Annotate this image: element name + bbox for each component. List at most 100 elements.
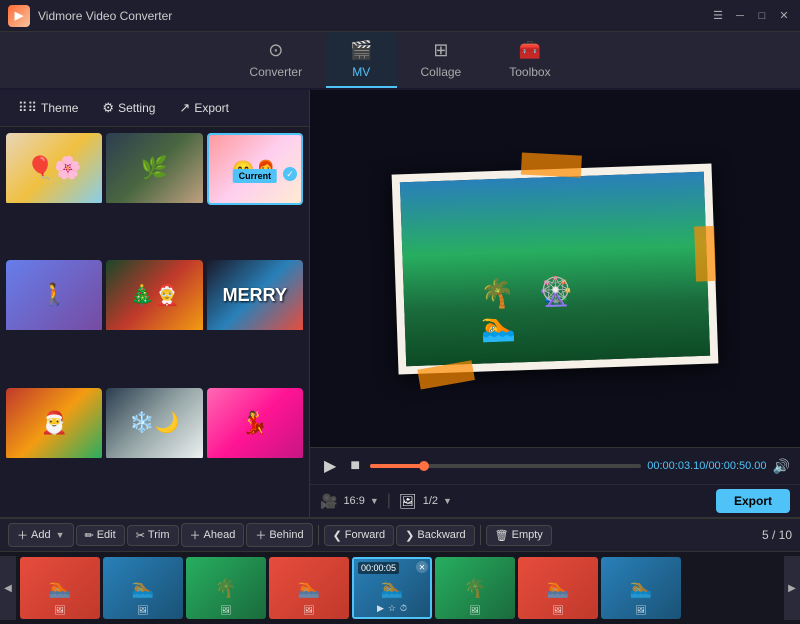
close-button[interactable]: ✕ (776, 8, 792, 24)
timeline-prev[interactable]: ◀ (0, 556, 16, 620)
tape-top (521, 152, 582, 177)
theme-item-santa[interactable]: 🎅 Santa Claus (6, 388, 102, 460)
clip-close-5[interactable]: ✕ (416, 561, 428, 573)
preview-scene (400, 171, 710, 365)
edit-button[interactable]: ✏ Edit (76, 525, 125, 546)
theme-item-stripes[interactable]: 💃 Stripes & Waves (207, 388, 303, 460)
theme-item-merry[interactable]: MERRY Merry Christmas (207, 260, 303, 332)
menu-icon[interactable]: ☰ (710, 8, 726, 24)
add-dropdown-icon: ▼ (56, 530, 65, 540)
forward-button[interactable]: ❮ Forward (324, 525, 395, 546)
theme-merry-label: Merry Christmas (207, 330, 303, 332)
clip-icons-8: 🖼 (635, 605, 646, 616)
clip-img-icon: 🖼 (54, 605, 65, 616)
maximize-button[interactable]: □ (754, 8, 770, 24)
export-button[interactable]: Export (716, 489, 790, 513)
progress-bar[interactable] (370, 464, 641, 468)
timeline-clip-8[interactable]: 🏊 🖼 (601, 557, 681, 619)
tab-mv-label: MV (352, 65, 370, 79)
tab-toolbox[interactable]: 🧰 Toolbox (485, 32, 574, 88)
clip-icons-2: 🖼 (137, 605, 148, 616)
clip-image-icon: 🌴 (215, 578, 237, 599)
stop-button[interactable]: ■ (346, 455, 364, 477)
clip-image-icon: 🏊 (381, 578, 403, 599)
clip-img-icon: 🖼 (137, 605, 148, 616)
theme-item-simple[interactable]: 🚶 Simple (6, 260, 102, 332)
preview-frame (392, 163, 719, 374)
timeline-clip-5[interactable]: 🏊 00:00:05 ✕ ▶ ☆ ⏱ (352, 557, 432, 619)
behind-button[interactable]: ＋ Behind (246, 523, 312, 547)
tab-toolbox-label: Toolbox (509, 65, 550, 79)
nav-tabs: ⊙ Converter 🎬 MV ⊞ Collage 🧰 Toolbox (0, 32, 800, 90)
video-icon: 🎥 (320, 493, 337, 510)
toolbox-icon: 🧰 (519, 40, 541, 61)
theme-xmas-label: Christmas Eve (106, 330, 202, 332)
tab-collage[interactable]: ⊞ Collage (397, 32, 486, 88)
clip-img-icon: 🖼 (303, 605, 314, 616)
timeline-items: 🏊 🖼 🏊 🖼 🌴 🖼 (16, 557, 784, 619)
backward-icon: ❯ (405, 529, 414, 542)
timeline-clip-2[interactable]: 🏊 🖼 (103, 557, 183, 619)
theme-grid: 🎈🌸 Chic 🌿 Neat 😊👩‍🦰 Current ✓ Happy (0, 127, 309, 517)
clip-img-icon: 🖼 (220, 605, 231, 616)
ahead-button[interactable]: ＋ Ahead (181, 523, 245, 547)
theme-item-snowy[interactable]: ❄️🌙 Snowy Night (106, 388, 202, 460)
progress-fill (370, 464, 424, 468)
clip-image-icon: 🏊 (547, 578, 569, 599)
theme-item-xmas[interactable]: 🎄🤶 Christmas Eve (106, 260, 202, 332)
quality-value: 1/2 (423, 495, 438, 507)
add-button[interactable]: ＋ Add ▼ (8, 523, 74, 547)
ratio-select[interactable]: 16:9 ▼ (343, 495, 378, 507)
clip-image-icon: 🏊 (630, 578, 652, 599)
play-button[interactable]: ▶ (320, 454, 340, 478)
timeline-clip-1[interactable]: 🏊 🖼 (20, 557, 100, 619)
trim-button[interactable]: ✂ Trim (127, 525, 179, 546)
clip-image-icon: 🏊 (49, 578, 71, 599)
title-bar: ▶ Vidmore Video Converter ☰ ─ □ ✕ (0, 0, 800, 32)
timeline-clip-7[interactable]: 🏊 🖼 (518, 557, 598, 619)
setting-icon: ⚙ (102, 100, 114, 116)
trim-icon: ✂ (136, 529, 145, 542)
mv-icon: 🎬 (350, 40, 372, 61)
right-panel: ▽ ▶ ■ 00:00:03.10/00:00:50.00 🔊 🎥 16:9 ▼ (310, 90, 800, 517)
quality-dropdown-icon: ▼ (443, 496, 452, 506)
toolbar-divider-1 (318, 525, 319, 545)
sub-nav: ⠿⠿ Theme ⚙ Setting ↗ Export (0, 90, 309, 127)
theme-item-neat[interactable]: 🌿 Neat (106, 133, 202, 205)
clip-image-icon: 🌴 (464, 578, 486, 599)
setting-tab[interactable]: ⚙ Setting (92, 96, 165, 120)
theme-item-chic[interactable]: 🎈🌸 Chic (6, 133, 102, 205)
clip-time-5: 00:00:05 (358, 562, 399, 574)
timeline-clip-4[interactable]: 🏊 🖼 (269, 557, 349, 619)
toolbar-divider-2 (480, 525, 481, 545)
timeline-clip-3[interactable]: 🌴 🖼 (186, 557, 266, 619)
play-icon: ▶ (377, 603, 384, 614)
export-tab[interactable]: ↗ Export (169, 96, 239, 120)
ratio-dropdown-icon: ▼ (370, 496, 379, 506)
timeline-next[interactable]: ▶ (784, 556, 800, 620)
theme-stripes-label: Stripes & Waves (207, 458, 303, 460)
minimize-button[interactable]: ─ (732, 8, 748, 24)
clip-icons-7: 🖼 (552, 605, 563, 616)
bottom-controls: 🎥 16:9 ▼ | 🖼 1/2 ▼ Export (310, 484, 800, 517)
backward-button[interactable]: ❯ Backward (396, 525, 475, 546)
empty-button[interactable]: 🗑 Empty (486, 525, 552, 546)
tab-converter[interactable]: ⊙ Converter (225, 32, 326, 88)
quality-select[interactable]: 1/2 ▼ (423, 495, 452, 507)
tab-mv[interactable]: 🎬 MV (326, 32, 396, 88)
clock-icon: ⏱ (400, 603, 407, 614)
theme-label: Theme (41, 101, 78, 115)
timeline-clip-6[interactable]: 🌴 🖼 (435, 557, 515, 619)
star-icon: ☆ (388, 603, 396, 614)
theme-item-happy[interactable]: 😊👩‍🦰 Current ✓ Happy (207, 133, 303, 205)
clip-image-icon: 🏊 (298, 578, 320, 599)
theme-tab[interactable]: ⠿⠿ Theme (8, 96, 88, 120)
empty-icon: 🗑 (495, 529, 509, 542)
clip-icons-1: 🖼 (54, 605, 65, 616)
left-panel: ⠿⠿ Theme ⚙ Setting ↗ Export 🎈🌸 Chic (0, 90, 310, 517)
window-controls: ☰ ─ □ ✕ (710, 8, 792, 24)
tab-collage-label: Collage (421, 65, 462, 79)
tape-right (694, 225, 716, 281)
theme-simple-label: Simple (6, 330, 102, 332)
volume-icon[interactable]: 🔊 (773, 458, 790, 475)
